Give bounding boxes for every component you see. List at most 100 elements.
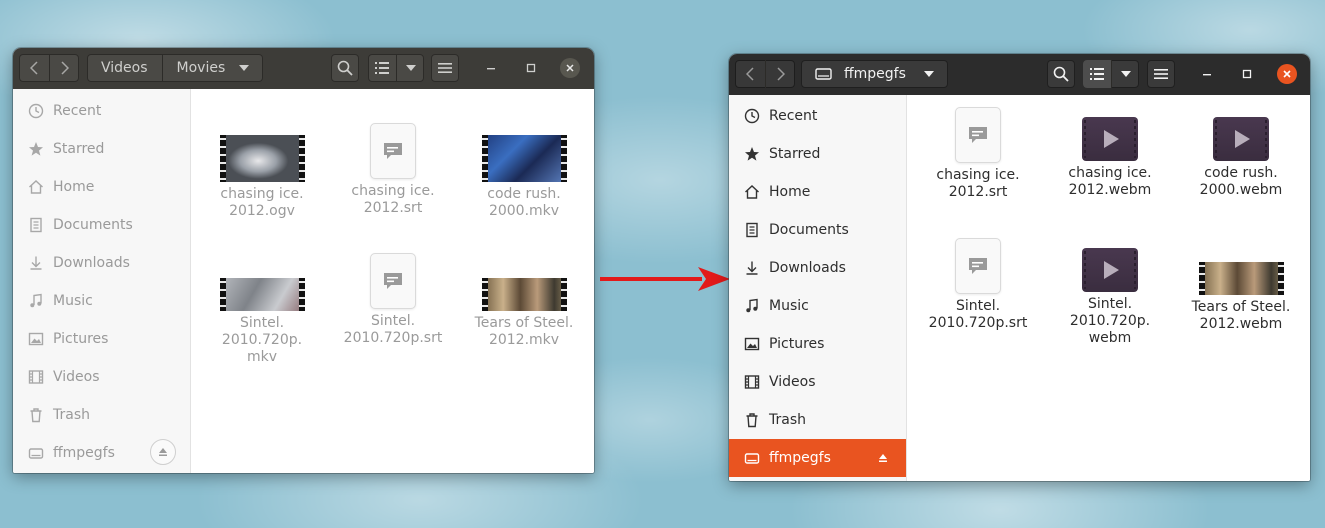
file-item[interactable]: chasing ice. 2012.srt [918,107,1038,201]
chevron-left-icon [746,67,754,81]
close-button[interactable] [560,58,580,78]
sidebar-item-videos[interactable]: Videos [729,363,906,401]
hamburger-icon [1154,69,1168,79]
sidebar-item-pictures[interactable]: Pictures [729,325,906,363]
sidebar-item-videos[interactable]: Videos [13,357,190,395]
drive-icon [743,449,761,467]
view-options [368,54,424,82]
document-icon [743,221,761,239]
file-item[interactable]: Tears of Steel. 2012.webm [1181,262,1301,333]
sidebar-item-music[interactable]: Music [729,287,906,325]
eject-button[interactable] [878,451,888,467]
search-button[interactable] [1047,60,1075,88]
file-name: code rush. 2000.mkv [487,186,561,219]
file-item[interactable]: Sintel. 2010.720p. mkv [202,278,322,366]
forward-button[interactable] [49,54,79,82]
red-arrow-icon [600,267,730,291]
sidebar-item-starred[interactable]: Starred [13,129,190,167]
forward-button[interactable] [765,60,795,88]
eject-button[interactable] [150,439,176,465]
file-grid: chasing ice. 2012.srt chasing ice. 2012.we… [908,95,1310,481]
navigation-buttons [735,60,795,88]
chevron-down-icon [923,71,934,77]
chevron-down-icon [1120,71,1131,77]
file-item[interactable]: code rush. 2000.webm [1181,117,1301,199]
search-button[interactable] [331,54,359,82]
file-item[interactable]: Sintel. 2010.720p.srt [333,253,453,347]
sidebar-item-documents[interactable]: Documents [13,205,190,243]
sidebar-item-starred[interactable]: Starred [729,135,906,173]
sidebar-item-recent[interactable]: Recent [729,97,906,135]
play-icon [1104,261,1119,279]
file-name: Tears of Steel. 2012.mkv [474,315,574,348]
file-name: Tears of Steel. 2012.webm [1191,299,1291,332]
list-view-button[interactable] [1083,60,1111,88]
search-icon [337,60,353,76]
file-item[interactable]: Sintel. 2010.720p.srt [918,238,1038,332]
sidebar-item-pictures[interactable]: Pictures [13,319,190,357]
back-button[interactable] [735,60,765,88]
file-manager-window-ffmpegfs: ffmpegfs Recent Starred Home Documents D… [729,54,1310,481]
document-icon [27,216,45,234]
sidebar-item-downloads[interactable]: Downloads [729,249,906,287]
music-icon [743,297,761,315]
menu-button[interactable] [1147,60,1175,88]
maximize-icon [1242,69,1252,79]
list-view-button[interactable] [368,54,396,82]
trash-icon [743,411,761,429]
sidebar-item-ffmpegfs[interactable]: ffmpegfs [13,433,190,471]
file-item[interactable]: chasing ice. 2012.srt [333,123,453,217]
eject-icon [159,448,167,456]
search-icon [1053,66,1069,82]
close-button[interactable] [1277,64,1297,84]
close-icon [566,64,574,72]
chevron-right-icon [776,67,785,81]
location-ffmpegfs[interactable]: ffmpegfs [801,60,948,88]
file-item[interactable]: code rush. 2000.mkv [464,135,584,220]
file-item[interactable]: Sintel. 2010.720p. webm [1050,248,1170,347]
breadcrumb: Videos Movies [87,54,264,82]
maximize-button[interactable] [521,58,541,78]
breadcrumb-movies[interactable]: Movies [161,54,264,82]
clock-icon [743,107,761,125]
video-thumbnail-icon [481,278,567,311]
sidebar-item-home[interactable]: Home [13,167,190,205]
sidebar-item-trash[interactable]: Trash [13,395,190,433]
file-name: Sintel. 2010.720p.srt [928,298,1028,331]
breadcrumb-videos[interactable]: Videos [87,54,162,82]
minimize-icon [1203,74,1211,76]
video-thumbnail-icon [219,278,305,311]
sidebar-item-home[interactable]: Home [729,173,906,211]
file-item[interactable]: chasing ice. 2012.webm [1050,117,1170,199]
chevron-right-icon [60,61,69,75]
sidebar-item-trash[interactable]: Trash [729,401,906,439]
play-icon [1104,130,1119,148]
subtitle-file-icon [370,123,416,179]
sidebar-item-documents[interactable]: Documents [729,211,906,249]
view-dropdown-button[interactable] [1111,60,1139,88]
file-name: code rush. 2000.webm [1199,165,1283,198]
file-grid: chasing ice. 2012.ogv chasing ice. 2012.sr… [192,89,594,473]
list-icon [375,62,389,74]
video-thumbnail-icon [481,135,567,182]
minimize-button[interactable] [481,58,501,78]
location-bar[interactable]: ffmpegfs [801,60,948,88]
sidebar-item-downloads[interactable]: Downloads [13,243,190,281]
sidebar: Recent Starred Home Documents Downloads … [13,89,191,473]
download-icon [27,254,45,272]
close-icon [1283,70,1291,78]
minimize-button[interactable] [1197,64,1217,84]
back-button[interactable] [19,54,49,82]
file-item[interactable]: chasing ice. 2012.ogv [202,135,322,220]
music-icon [27,292,45,310]
star-icon [27,140,45,158]
home-icon [743,183,761,201]
sidebar-item-music[interactable]: Music [13,281,190,319]
view-dropdown-button[interactable] [396,54,424,82]
file-item[interactable]: Tears of Steel. 2012.mkv [464,278,584,349]
clock-icon [27,102,45,120]
maximize-button[interactable] [1237,64,1257,84]
sidebar-item-ffmpegfs[interactable]: ffmpegfs [729,439,906,477]
sidebar-item-recent[interactable]: Recent [13,91,190,129]
menu-button[interactable] [431,54,459,82]
